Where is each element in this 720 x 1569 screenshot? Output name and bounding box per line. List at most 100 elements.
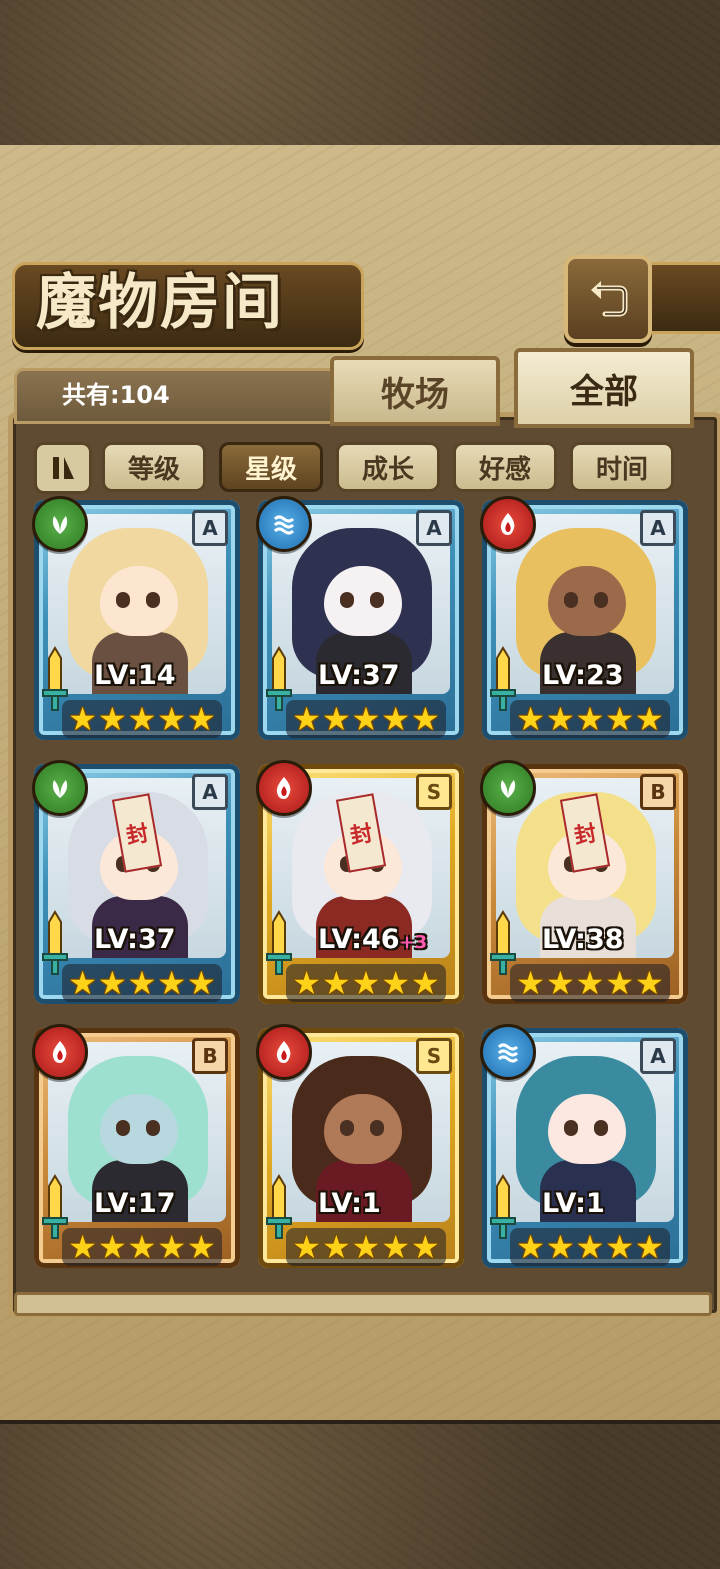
star-icon: ★ — [97, 700, 127, 738]
star-icon: ★ — [68, 700, 97, 738]
rank-badge: A — [192, 774, 228, 810]
level-value: LV:14 — [94, 660, 176, 691]
tab-farm-label: 牧场 — [381, 374, 449, 415]
sort-time-label: 时间 — [595, 454, 648, 485]
sort-star-label: 星级 — [244, 454, 297, 485]
star-icon: ★ — [516, 700, 545, 738]
star-icon: ★ — [545, 964, 575, 1002]
level-label: LV:37 — [318, 660, 400, 691]
star-rating: ★ ★ ★ ★ ★ — [286, 700, 446, 738]
star-icon: ★ — [575, 700, 605, 738]
level-label: LV:46+3 — [318, 924, 427, 955]
star-rating: ★ ★ ★ ★ ★ — [510, 700, 670, 738]
sort-affinity-button[interactable]: 好感 — [453, 442, 557, 492]
star-icon: ★ — [545, 1228, 575, 1266]
star-icon: ★ — [381, 700, 411, 738]
star-rating: ★ ★ ★ ★ ★ — [510, 964, 670, 1002]
level-label: LV:14 — [94, 660, 176, 691]
star-icon: ★ — [381, 1228, 411, 1266]
level-value: LV:37 — [318, 660, 400, 691]
star-icon: ★ — [635, 964, 664, 1002]
star-icon: ★ — [516, 964, 545, 1002]
level-value: LV:38 — [542, 924, 624, 955]
level-value: LV:46 — [318, 924, 400, 955]
sort-growth-label: 成长 — [361, 454, 414, 485]
tab-farm[interactable]: 牧场 — [330, 356, 500, 426]
star-icon: ★ — [516, 1228, 545, 1266]
return-arrow-icon — [591, 281, 628, 317]
monster-card[interactable]: B LV:17 ★ ★ ★ ★ ★ — [32, 1024, 240, 1268]
star-icon: ★ — [351, 700, 381, 738]
star-icon: ★ — [187, 964, 216, 1002]
star-icon: ★ — [97, 1228, 127, 1266]
monster-card[interactable]: A LV:37 ★ ★ ★ ★ ★ — [256, 496, 464, 740]
star-rating: ★ ★ ★ ★ ★ — [286, 1228, 446, 1266]
sort-order-toggle[interactable] — [34, 442, 92, 494]
star-rating: ★ ★ ★ ★ ★ — [510, 1228, 670, 1266]
rank-badge: A — [192, 510, 228, 546]
monster-card[interactable]: A LV:23 ★ ★ ★ ★ ★ — [480, 496, 688, 740]
monster-card[interactable]: 封 A LV:37 ★ ★ ★ ★ ★ — [32, 760, 240, 1004]
flame-element-icon — [256, 760, 312, 816]
water-element-icon — [256, 496, 312, 552]
back-button[interactable] — [564, 255, 652, 343]
star-icon: ★ — [157, 1228, 187, 1266]
star-icon: ★ — [605, 700, 635, 738]
rank-badge: B — [192, 1038, 228, 1074]
sort-growth-button[interactable]: 成长 — [336, 442, 440, 492]
sort-star-button[interactable]: 星级 — [219, 442, 323, 492]
star-icon: ★ — [321, 964, 351, 1002]
monster-card[interactable]: 封 S LV:46+3 ★ ★ ★ ★ ★ — [256, 760, 464, 1004]
monster-card[interactable]: 封 B LV:38 ★ ★ ★ ★ ★ — [480, 760, 688, 1004]
star-icon: ★ — [157, 700, 187, 738]
star-icon: ★ — [187, 700, 216, 738]
level-label: LV:38 — [542, 924, 624, 955]
sort-level-button[interactable]: 等级 — [102, 442, 206, 492]
monster-card[interactable]: A LV:1 ★ ★ ★ ★ ★ — [480, 1024, 688, 1268]
water-element-icon — [480, 1024, 536, 1080]
level-label: LV:1 — [318, 1188, 381, 1219]
star-icon: ★ — [127, 964, 157, 1002]
level-bonus: +3 — [399, 932, 428, 953]
star-icon: ★ — [575, 964, 605, 1002]
rank-badge: A — [416, 510, 452, 546]
panel-bottom-rail — [14, 1292, 712, 1316]
star-icon: ★ — [292, 964, 321, 1002]
star-icon: ★ — [127, 700, 157, 738]
star-icon: ★ — [321, 700, 351, 738]
map-background-top — [0, 0, 720, 149]
star-icon: ★ — [97, 964, 127, 1002]
star-icon: ★ — [321, 1228, 351, 1266]
tab-all[interactable]: 全部 — [514, 348, 694, 428]
sort-bar: 等级 星级 成长 好感 时间 — [30, 440, 690, 494]
flame-element-icon — [480, 496, 536, 552]
monster-card[interactable]: A LV:14 ★ ★ ★ ★ ★ — [32, 496, 240, 740]
star-icon: ★ — [635, 700, 664, 738]
star-icon: ★ — [68, 1228, 97, 1266]
monster-count: 共有:104 — [62, 381, 170, 409]
rank-badge: A — [640, 1038, 676, 1074]
sort-affinity-label: 好感 — [478, 454, 531, 485]
flame-element-icon — [256, 1024, 312, 1080]
sort-level-label: 等级 — [127, 454, 180, 485]
star-icon: ★ — [411, 700, 440, 738]
star-icon: ★ — [605, 964, 635, 1002]
star-icon: ★ — [68, 964, 97, 1002]
level-value: LV:1 — [318, 1188, 381, 1219]
star-icon: ★ — [411, 964, 440, 1002]
star-icon: ★ — [292, 1228, 321, 1266]
level-label: LV:23 — [542, 660, 624, 691]
rank-badge: A — [640, 510, 676, 546]
monster-card[interactable]: S LV:1 ★ ★ ★ ★ ★ — [256, 1024, 464, 1268]
star-icon: ★ — [605, 1228, 635, 1266]
level-value: LV:37 — [94, 924, 176, 955]
rank-badge: B — [640, 774, 676, 810]
level-label: LV:1 — [542, 1188, 605, 1219]
star-icon: ★ — [411, 1228, 440, 1266]
star-rating: ★ ★ ★ ★ ★ — [62, 700, 222, 738]
star-icon: ★ — [545, 700, 575, 738]
page-title: 魔物房间 — [36, 268, 284, 338]
sort-time-button[interactable]: 时间 — [570, 442, 674, 492]
back-button-rail — [640, 262, 720, 334]
level-value: LV:17 — [94, 1188, 176, 1219]
